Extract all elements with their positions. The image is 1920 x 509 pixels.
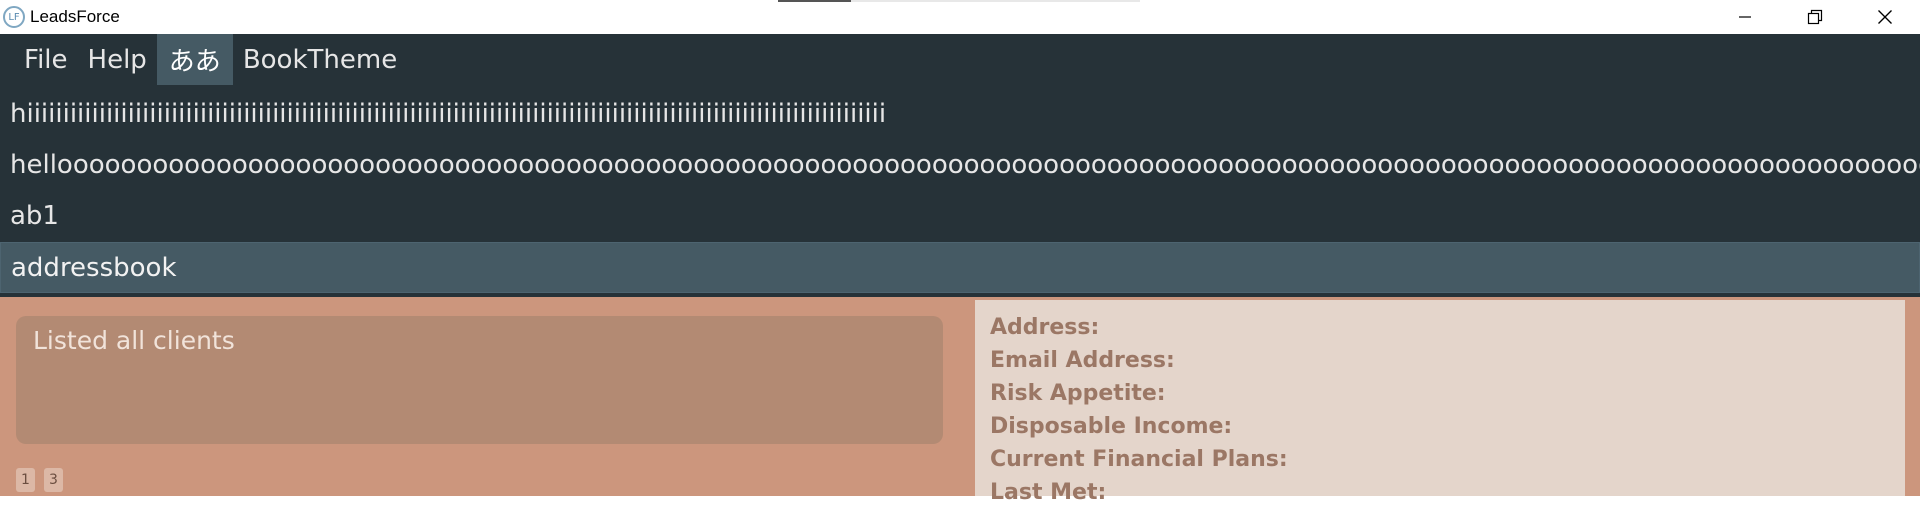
page-badge-1[interactable]: 1 <box>16 468 35 492</box>
dropdown-item-hellooo[interactable]: helloooooooooooooooooooooooooooooooooooo… <box>0 139 1920 190</box>
restore-icon <box>1807 9 1823 25</box>
detail-email-label: Email Address: <box>990 348 1175 373</box>
menu-help[interactable]: Help <box>78 34 157 85</box>
detail-current-plans-label: Current Financial Plans: <box>990 447 1288 472</box>
menu-aa[interactable]: ああ <box>156 34 233 85</box>
detail-address-label: Address: <box>990 315 1100 340</box>
result-display: Listed all clients <box>16 316 943 444</box>
menu-bar: File Help ああ BookTheme <box>0 34 1920 85</box>
page-badges: 1 3 <box>16 468 63 492</box>
window-title: LeadsForce <box>30 7 120 26</box>
close-button[interactable] <box>1850 0 1920 34</box>
left-pane: Listed all clients 1 3 <box>0 297 975 496</box>
dropdown-item-hiii[interactable]: hiiiiiiiiiiiiiiiiiiiiiiiiiiiiiiiiiiiiiii… <box>0 88 1920 139</box>
dropdown-item-addressbook[interactable]: addressbook <box>0 242 1920 293</box>
page-badge-3[interactable]: 3 <box>44 468 63 492</box>
detail-risk-appetite-label: Risk Appetite: <box>990 381 1166 406</box>
title-tab-indicator <box>778 0 1140 2</box>
close-icon <box>1878 10 1892 24</box>
restore-button[interactable] <box>1780 0 1850 34</box>
app-logo-icon: LF <box>3 6 25 28</box>
title-bar: LF LeadsForce <box>0 0 1920 34</box>
client-detail-panel: Address: Email Address: Risk Appetite: D… <box>975 300 1905 505</box>
minimize-icon <box>1739 16 1751 18</box>
theme-dropdown-menu: hiiiiiiiiiiiiiiiiiiiiiiiiiiiiiiiiiiiiiii… <box>0 85 1920 297</box>
detail-last-met-label: Last Met: <box>990 480 1107 505</box>
menu-booktheme[interactable]: BookTheme <box>233 34 407 85</box>
menu-file[interactable]: File <box>14 34 78 85</box>
dropdown-item-ab1[interactable]: ab1 <box>0 190 1920 241</box>
right-edge-strip <box>1905 297 1920 496</box>
result-message: Listed all clients <box>33 326 235 355</box>
main-content: Listed all clients 1 3 Address: Email Ad… <box>0 297 1920 505</box>
minimize-button[interactable] <box>1710 0 1780 34</box>
detail-disposable-income-label: Disposable Income: <box>990 414 1233 439</box>
window-controls <box>1710 0 1920 34</box>
